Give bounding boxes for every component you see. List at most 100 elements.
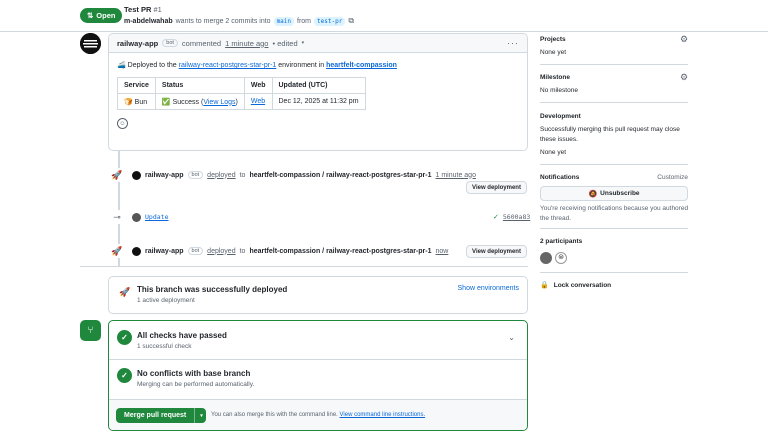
- projects-value: None yet: [540, 49, 567, 56]
- rocket-icon: 🚀: [110, 168, 124, 182]
- deployment-subtitle: 1 active deployment: [137, 297, 195, 304]
- sidebar-divider: [540, 228, 688, 229]
- comment-card: railway-app bot commented 1 minute ago •…: [108, 33, 528, 151]
- event-time[interactable]: 1 minute ago: [436, 172, 476, 179]
- head-branch[interactable]: test-pr: [314, 16, 346, 26]
- col-status: Status: [154, 77, 245, 94]
- gear-icon[interactable]: ⚙: [680, 34, 688, 45]
- deployment-status-box: 🚀 This branch was successfully deployed …: [108, 276, 528, 314]
- col-service: Service: [117, 77, 156, 94]
- rocket-icon: 🚀: [110, 244, 124, 258]
- updated-cell: Dec 12, 2025 at 11:32 pm: [271, 93, 366, 110]
- conflicts-subtitle: Merging can be performed automatically.: [137, 381, 255, 388]
- merge-pull-request-button[interactable]: Merge pull request: [116, 412, 194, 419]
- milestone-heading[interactable]: Milestone: [540, 74, 570, 81]
- unsubscribe-button[interactable]: 🔕 Unsubscribe: [540, 186, 688, 201]
- pr-merge-info: m-abdelwahab wants to merge 2 commits in…: [124, 16, 355, 26]
- web-cell: Web: [243, 93, 273, 110]
- development-heading: Development: [540, 113, 581, 120]
- pr-number: #1: [153, 5, 162, 14]
- check-circle-icon: ✓: [117, 368, 132, 383]
- status-cell: ✅ Success (View Logs): [154, 93, 245, 110]
- bell-slash-icon: 🔕: [588, 190, 598, 198]
- gear-icon[interactable]: ⚙: [680, 72, 688, 83]
- base-branch[interactable]: main: [273, 16, 295, 26]
- project-link[interactable]: heartfelt-compassion: [326, 62, 397, 69]
- comment-author[interactable]: railway-app: [117, 39, 158, 48]
- deployed-link[interactable]: deployed: [207, 172, 235, 179]
- edited-dropdown[interactable]: • edited: [272, 39, 297, 48]
- event-actor[interactable]: railway-app: [145, 248, 184, 255]
- sidebar-divider: [540, 164, 688, 165]
- merge-options-caret-icon[interactable]: ▾: [194, 408, 208, 423]
- avatar[interactable]: [132, 246, 141, 256]
- cli-instructions-link[interactable]: View command line instructions.: [340, 412, 426, 418]
- cli-hint: You can also merge this with the command…: [211, 412, 426, 418]
- chevron-down-icon[interactable]: ⌄: [508, 333, 515, 342]
- deployment-title: This branch was successfully deployed: [137, 285, 288, 294]
- environment-link[interactable]: railway-react-postgres-star-pr-1: [179, 62, 277, 69]
- commit-icon: ⊸: [110, 210, 124, 224]
- sidebar-divider: [540, 102, 688, 103]
- avatar[interactable]: [540, 252, 552, 264]
- copy-icon[interactable]: ⧉: [348, 16, 354, 26]
- checks-subtitle: 1 successful check: [137, 343, 192, 350]
- pr-title-line: Test PR #1: [124, 5, 162, 14]
- git-merge-icon: ⑂: [80, 320, 101, 341]
- avatar[interactable]: [132, 170, 141, 180]
- commit-sha-link[interactable]: 5600a83: [503, 213, 530, 221]
- participants-avatars: ⊜: [540, 252, 567, 264]
- table-row: 🍞 Bun ✅ Success (View Logs) Web Dec 12, …: [117, 93, 366, 110]
- view-deployment-button[interactable]: View deployment: [466, 181, 527, 194]
- development-text: Successfully merging this pull request m…: [540, 126, 680, 143]
- merge-box-divider: [109, 359, 527, 360]
- checks-title: All checks have passed: [137, 331, 227, 340]
- view-logs-link[interactable]: View Logs: [203, 99, 235, 106]
- lock-conversation-button[interactable]: 🔒 Lock conversation: [540, 281, 611, 290]
- chevron-down-icon[interactable]: ▾: [302, 40, 305, 46]
- deploy-event-2: 🚀 railway-app bot deployed to heartfelt-…: [110, 244, 448, 258]
- comment-time[interactable]: 1 minute ago: [225, 39, 268, 48]
- service-cell: 🍞 Bun: [117, 93, 156, 110]
- notifications-heading: Notifications: [540, 174, 580, 181]
- deploy-target: heartfelt-compassion / railway-react-pos…: [249, 171, 432, 179]
- railway-avatar[interactable]: [80, 33, 101, 54]
- more-options-icon[interactable]: ···: [507, 38, 519, 48]
- development-value: None yet: [540, 149, 567, 156]
- web-link[interactable]: Web: [251, 98, 265, 105]
- avatar[interactable]: ⊜: [555, 252, 567, 264]
- comment-header: railway-app bot commented 1 minute ago •…: [109, 34, 527, 53]
- table-header-row: Service Status Web Updated (UTC): [117, 77, 366, 94]
- show-environments-link[interactable]: Show environments: [458, 285, 519, 292]
- deploy-target: heartfelt-compassion / railway-react-pos…: [249, 247, 432, 255]
- deployed-link[interactable]: deployed: [207, 248, 235, 255]
- add-reaction-icon[interactable]: ☺: [117, 118, 128, 129]
- view-deployment-button[interactable]: View deployment: [466, 245, 527, 258]
- timeline-divider: [80, 266, 528, 267]
- pr-author-link[interactable]: m-abdelwahab: [124, 18, 173, 25]
- event-actor[interactable]: railway-app: [145, 172, 184, 179]
- participants-heading: 2 participants: [540, 238, 583, 245]
- header-divider: [0, 31, 768, 32]
- bot-badge: bot: [187, 171, 204, 179]
- pull-request-icon: ⇅: [87, 11, 94, 20]
- col-web: Web: [243, 77, 273, 94]
- projects-heading[interactable]: Projects: [540, 36, 566, 43]
- event-time[interactable]: now: [436, 248, 449, 255]
- milestone-value: No milestone: [540, 87, 578, 94]
- sidebar-divider: [540, 272, 688, 273]
- conflicts-title: No conflicts with base branch: [137, 369, 251, 378]
- comment-body: 🚄 Deployed to the railway-react-postgres…: [109, 53, 527, 129]
- rocket-icon: 🚀: [119, 287, 131, 297]
- customize-link[interactable]: Customize: [657, 174, 688, 181]
- pr-title: Test PR: [124, 5, 152, 14]
- avatar[interactable]: [132, 212, 141, 222]
- sidebar-divider: [540, 64, 688, 65]
- bot-badge: bot: [187, 247, 204, 255]
- notifications-reason: You're receiving notifications because y…: [540, 205, 689, 222]
- commit-message-link[interactable]: Update: [145, 213, 168, 221]
- merge-footer: Merge pull request ▾ You can also merge …: [109, 399, 527, 430]
- check-icon: ✓: [493, 214, 499, 221]
- deployment-table: Service Status Web Updated (UTC) 🍞 Bun ✅…: [117, 77, 366, 110]
- merge-box: ✓ All checks have passed 1 successful ch…: [108, 320, 528, 431]
